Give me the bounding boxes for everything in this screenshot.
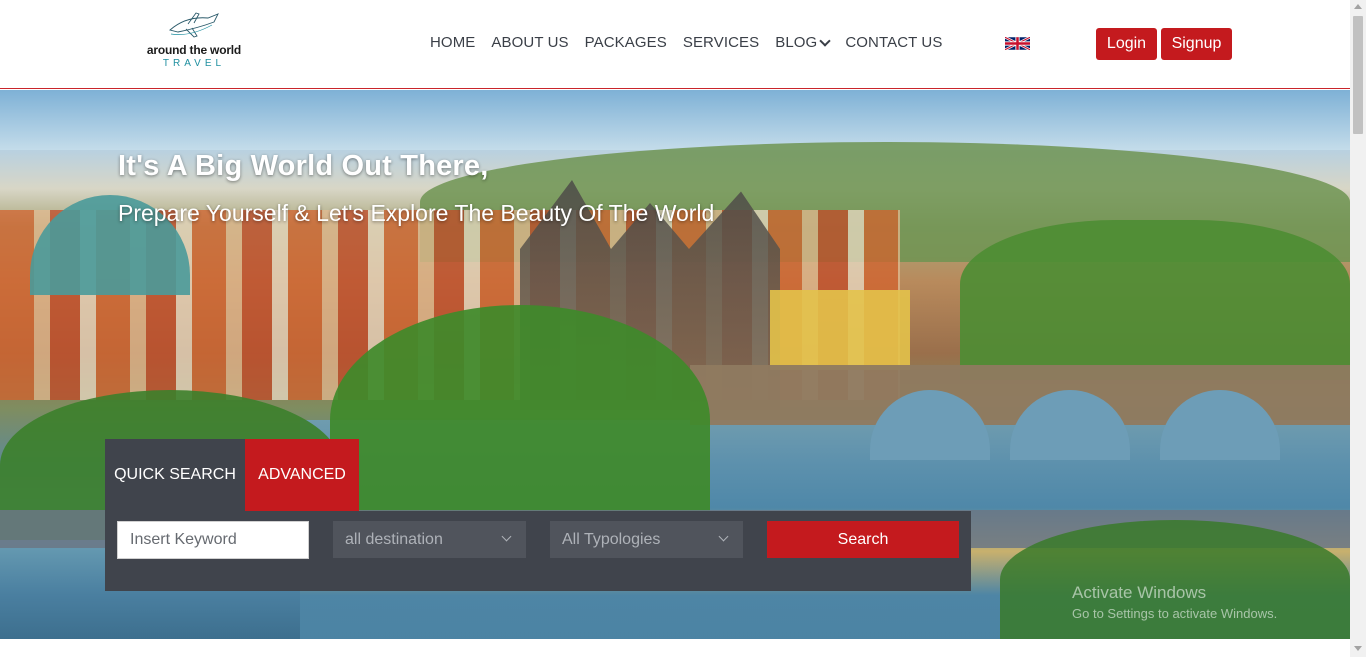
- destination-select-value: all destination: [345, 530, 443, 548]
- hero-trees-right: [960, 220, 1350, 380]
- nav-about-us[interactable]: ABOUT US: [491, 34, 568, 51]
- search-button[interactable]: Search: [767, 521, 959, 558]
- hero-building: [770, 290, 910, 370]
- destination-select[interactable]: all destination: [333, 521, 526, 558]
- nav-services[interactable]: SERVICES: [683, 34, 759, 51]
- scroll-up-arrow-icon[interactable]: [1354, 4, 1362, 9]
- watermark-line2: Go to Settings to activate Windows.: [1072, 606, 1278, 621]
- chevron-down-icon: [819, 35, 831, 47]
- logo-brand-text: around the world: [146, 43, 242, 57]
- search-panel: Insert Keyword all destination All Typol…: [105, 511, 971, 591]
- keyword-input[interactable]: Insert Keyword: [117, 521, 309, 559]
- page-scrollbar[interactable]: [1350, 0, 1366, 657]
- nav-blog-label: BLOG: [775, 34, 818, 51]
- login-button[interactable]: Login: [1096, 28, 1157, 60]
- hero-title: It's A Big World Out There,: [118, 150, 489, 182]
- search-tabs: QUICK SEARCH ADVANCED: [105, 439, 359, 511]
- nav-home[interactable]: HOME: [430, 34, 475, 51]
- watermark-line1: Activate Windows: [1072, 583, 1207, 602]
- scrollbar-thumb[interactable]: [1353, 16, 1363, 134]
- hero-sky: [0, 90, 1350, 150]
- nav-contact-us[interactable]: CONTACT US: [845, 34, 942, 51]
- scroll-down-arrow-icon[interactable]: [1354, 646, 1362, 651]
- chevron-down-icon: [718, 531, 729, 542]
- airplane-icon: [169, 12, 219, 38]
- typology-select[interactable]: All Typologies: [550, 521, 743, 558]
- windows-activation-watermark: Activate Windows Go to Settings to activ…: [1072, 583, 1277, 621]
- tab-advanced[interactable]: ADVANCED: [245, 439, 359, 511]
- chevron-down-icon: [501, 531, 512, 542]
- nav-packages[interactable]: PACKAGES: [585, 34, 667, 51]
- hero-subtitle: Prepare Yourself & Let's Explore The Bea…: [118, 200, 715, 226]
- site-header: around the world TRAVEL HOME ABOUT US PA…: [0, 0, 1350, 89]
- nav-blog[interactable]: BLOG: [775, 34, 831, 51]
- hero-trees-bottom: [1000, 520, 1350, 639]
- logo-sub-text: TRAVEL: [162, 58, 226, 69]
- uk-flag-icon[interactable]: [1005, 37, 1030, 50]
- main-nav: HOME ABOUT US PACKAGES SERVICES BLOG CON…: [422, 34, 950, 51]
- signup-button[interactable]: Signup: [1161, 28, 1232, 60]
- hero-trees-center: [330, 305, 710, 535]
- site-logo[interactable]: around the world TRAVEL: [140, 10, 250, 72]
- typology-select-value: All Typologies: [562, 530, 661, 548]
- tab-quick-search[interactable]: QUICK SEARCH: [105, 439, 245, 511]
